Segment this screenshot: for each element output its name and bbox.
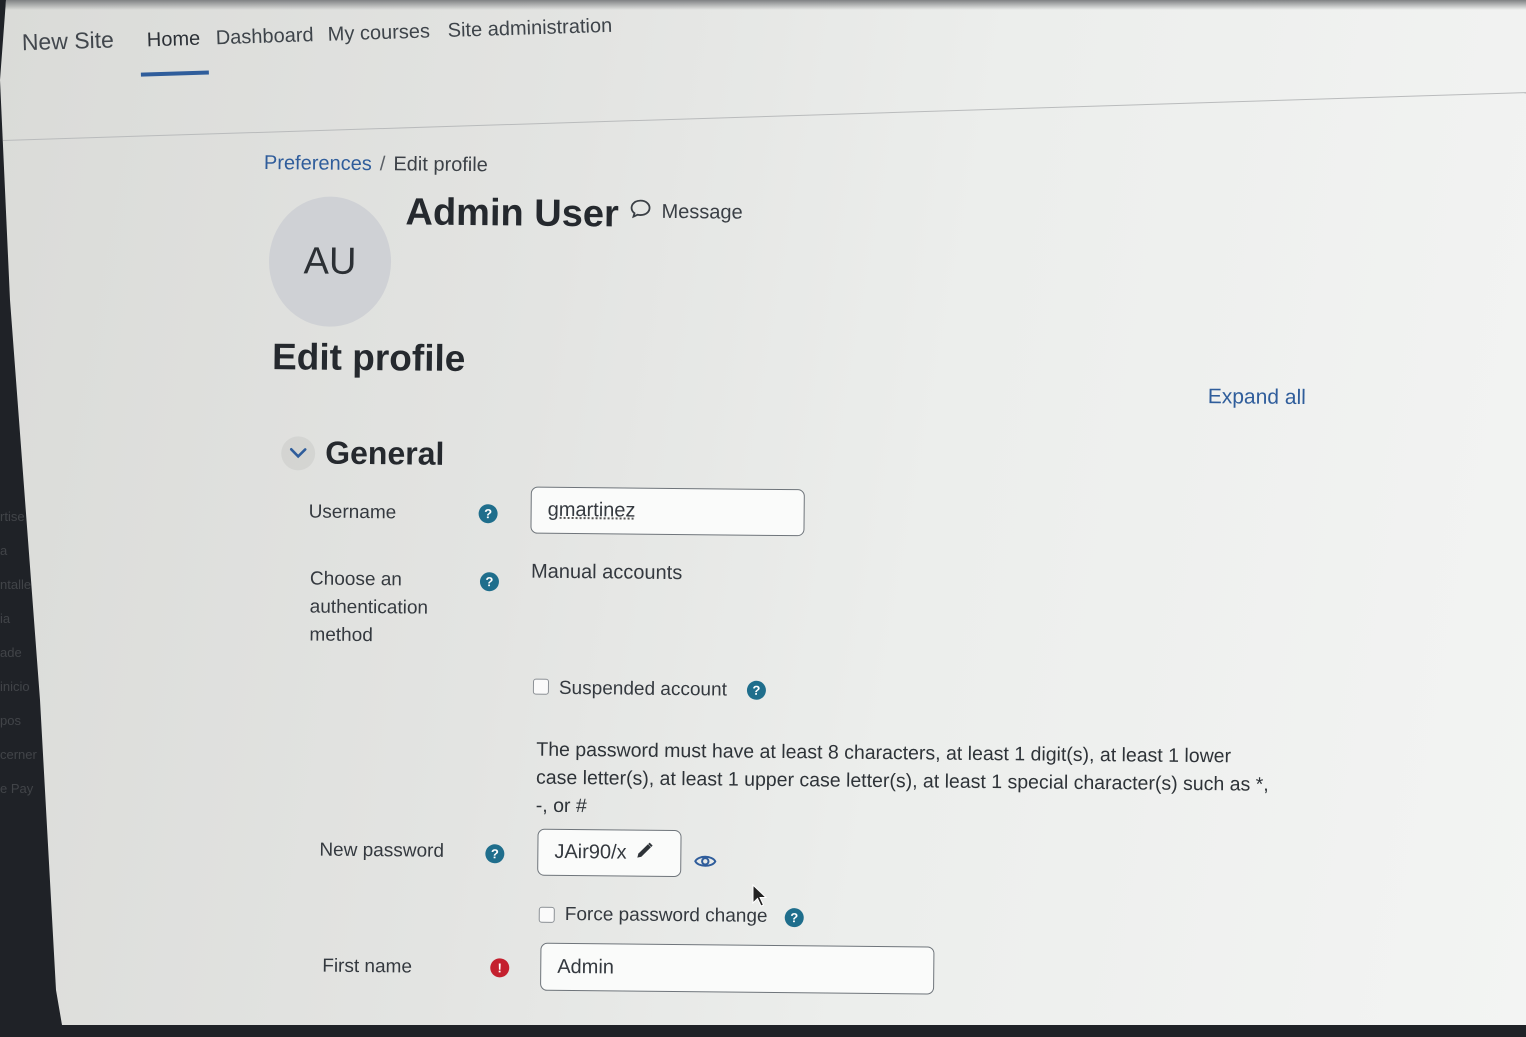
username-input[interactable]: gmartinez [530, 486, 805, 537]
main-content: Preferences / Edit profile AU Admin User M… [0, 0, 1526, 1025]
general-section-toggle[interactable]: General [281, 434, 445, 473]
message-icon [629, 199, 651, 225]
browser-viewport: New Site Home Dashboard My courses Site … [0, 0, 1526, 1025]
avatar: AU [268, 196, 392, 328]
help-icon[interactable]: ? [784, 908, 804, 928]
auth-method-value: Manual accounts [530, 560, 683, 585]
help-icon[interactable]: ? [746, 680, 767, 700]
expand-all-link[interactable]: Expand all [1208, 385, 1306, 410]
required-icon: ! [490, 958, 510, 978]
eye-icon[interactable] [693, 852, 717, 875]
message-button[interactable]: Message [629, 199, 743, 226]
help-icon[interactable]: ? [485, 844, 505, 864]
username-label: Username [308, 501, 397, 524]
pencil-icon[interactable] [634, 840, 654, 866]
first-name-label: First name [322, 955, 413, 978]
auth-method-label-line: Choose an [309, 568, 402, 591]
general-section-title: General [325, 434, 445, 472]
force-password-change-label[interactable]: Force password change [565, 901, 768, 931]
force-password-change-checkbox[interactable] [538, 906, 555, 923]
message-label: Message [661, 200, 743, 224]
username-value: gmartinez [547, 498, 636, 522]
user-name-heading: Admin User [405, 191, 619, 236]
auth-method-label-line: method [309, 624, 373, 647]
new-password-label: New password [319, 839, 445, 862]
first-name-input[interactable]: Admin [540, 942, 935, 995]
password-policy-text: The password must have at least 8 charac… [536, 736, 1337, 828]
first-name-value: Admin [557, 955, 615, 978]
breadcrumb-separator: / [379, 153, 386, 176]
background-window-text: rtise a ntalle ia ade inicio pos cerner … [0, 509, 37, 796]
page-title: Edit profile [271, 336, 466, 379]
auth-method-label-line: authentication [309, 596, 429, 619]
new-password-input[interactable]: JAir90/x [537, 828, 682, 878]
breadcrumb: Preferences / Edit profile [264, 152, 488, 177]
help-icon[interactable]: ? [478, 504, 498, 524]
suspended-account-checkbox[interactable] [532, 678, 550, 695]
cursor-icon [752, 883, 768, 913]
chevron-down-icon [281, 435, 316, 471]
breadcrumb-current: Edit profile [393, 153, 488, 177]
help-icon[interactable]: ? [479, 572, 500, 592]
auth-method-label: Choose an authentication method [309, 565, 428, 650]
breadcrumb-preferences[interactable]: Preferences [264, 152, 372, 175]
new-password-value: JAir90/x [554, 840, 627, 864]
suspended-account-label[interactable]: Suspended account [559, 675, 727, 705]
